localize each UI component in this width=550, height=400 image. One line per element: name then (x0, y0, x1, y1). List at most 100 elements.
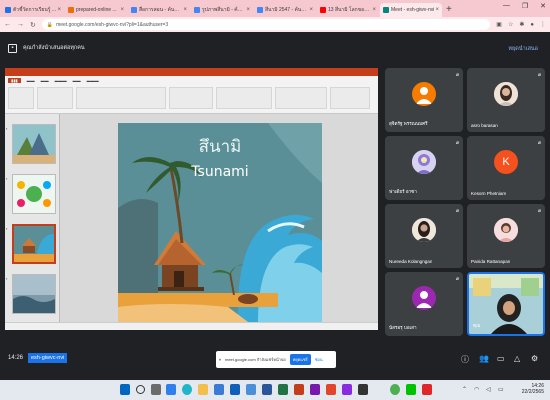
ribbon-tab[interactable]: ▬▬▬ (87, 78, 99, 83)
close-tab-icon[interactable]: × (120, 7, 124, 13)
url-field[interactable]: 🔒 meet.google.com/esh-giwvc-nvi?pli=1&aut… (41, 19, 491, 30)
ribbon-group[interactable] (169, 87, 213, 109)
battery-icon[interactable]: ▭ (498, 386, 504, 393)
meeting-details-icon[interactable]: ⓘ (461, 354, 469, 365)
window-controls: — ❐ ✕ (503, 2, 546, 10)
host-controls-icon[interactable]: ⚙ (531, 354, 538, 363)
menu-dots-icon[interactable]: ⋮ (540, 21, 546, 28)
participant-tile[interactable]: ⌀ K Kesorn Phetniam (467, 136, 545, 200)
slide-thumbnail[interactable] (12, 124, 56, 164)
camera-app-icon[interactable] (358, 384, 368, 395)
reload-icon[interactable]: ↻ (30, 21, 36, 29)
slide-thumbnail-selected[interactable] (12, 224, 56, 264)
edge-icon[interactable] (182, 384, 192, 395)
browser-tab[interactable]: prepared-online ... × (65, 3, 127, 17)
new-tab-button[interactable]: + (446, 3, 452, 17)
mic-muted-icon: ⌀ (537, 72, 541, 78)
ribbon-group[interactable] (216, 87, 272, 109)
maximize-icon[interactable]: ❐ (522, 2, 528, 10)
ribbon-tab[interactable]: ▬▬ (27, 78, 35, 83)
participant-tile[interactable]: ⌀ ฟาเดียร์ อาซา (385, 136, 463, 200)
volume-icon[interactable]: ◁ (486, 386, 491, 393)
search-icon[interactable] (136, 385, 145, 394)
wifi-icon[interactable]: ◠ (474, 386, 479, 393)
close-window-icon[interactable]: ✕ (540, 2, 546, 10)
ribbon-tab[interactable]: ▮▮▮ (8, 77, 21, 83)
close-tab-icon[interactable]: × (309, 7, 313, 13)
stop-sharing-button[interactable]: หยุดแชร์ (289, 354, 311, 365)
ribbon-tab[interactable]: ▬▬▬ (55, 78, 67, 83)
close-tab-icon[interactable]: × (183, 7, 187, 13)
onenote-icon[interactable] (310, 384, 320, 395)
participant-tile[interactable]: ⌀ สุจิตรัฐ พรรณนมศรี (385, 68, 463, 132)
browser-tab[interactable]: รูปภาพสึนามิ - ค้นหา ...× (191, 3, 253, 17)
slide-thumbnail[interactable] (12, 274, 56, 314)
meeting-clock: 14:26 (8, 355, 24, 361)
ribbon-group[interactable] (37, 87, 73, 109)
line-icon[interactable] (406, 384, 416, 395)
participant-tile[interactable]: ⌀ Panida Rattanapan (467, 204, 545, 268)
media-player-icon[interactable] (326, 384, 336, 395)
close-tab-icon[interactable]: × (57, 7, 61, 13)
current-slide: สึนามิ Tsunami (118, 123, 322, 322)
participant-tile[interactable]: ⌀ นัสรอรุ บอเสา (385, 272, 463, 336)
browser-tab-active[interactable]: Meet - esh-giwv-nvi × (380, 3, 442, 17)
camera-permission-icon[interactable]: ▣ (496, 21, 502, 28)
widgets-icon[interactable] (166, 384, 176, 395)
chat-icon[interactable]: ▭ (497, 354, 505, 363)
person-icon (416, 291, 432, 308)
file-explorer-icon[interactable] (198, 384, 208, 395)
forward-icon[interactable]: → (17, 21, 24, 28)
chrome-icon[interactable] (390, 384, 400, 395)
slide-number: ▪ (6, 176, 8, 181)
browser-tab-strip: ตัวชี้วัดการเรียนรู้ ... × prepared-onlin… (0, 0, 550, 17)
tab-favicon-icon (194, 7, 200, 13)
bookmark-star-icon[interactable]: ☆ (508, 21, 513, 28)
close-tab-icon[interactable]: × (372, 7, 376, 13)
presenting-banner: ▪ คุณกำลังนำเสนอต่อทุกคน หยุดนำเสนอ (0, 33, 550, 63)
word-icon[interactable] (262, 384, 272, 395)
powerpoint-icon[interactable] (294, 384, 304, 395)
hide-share-bar-button[interactable]: ซ่อน (315, 356, 323, 363)
acrobat-icon[interactable] (422, 384, 432, 395)
close-tab-icon[interactable]: × (246, 7, 250, 13)
slide-thumbnail[interactable] (12, 174, 56, 214)
task-view-icon[interactable] (151, 384, 161, 395)
slide-number: ▪ (6, 126, 8, 131)
photos-icon[interactable] (246, 384, 256, 395)
system-clock[interactable]: 14:26 22/2/2565 (522, 383, 544, 395)
ribbon-tab[interactable]: ▬▬ (41, 78, 49, 83)
close-tab-icon[interactable]: × (435, 7, 439, 13)
app-icon[interactable] (342, 384, 352, 395)
people-icon[interactable]: 👥 (479, 354, 489, 363)
participant-tile[interactable]: ⌀ Nureeda Kolangngan (385, 204, 463, 268)
profile-icon[interactable]: ● (530, 22, 534, 28)
store-icon[interactable] (214, 384, 224, 395)
minimize-icon[interactable]: — (503, 2, 510, 10)
ribbon-group[interactable] (330, 87, 370, 109)
activities-icon[interactable]: △ (514, 354, 520, 363)
mail-icon[interactable] (230, 384, 240, 395)
stop-presenting-button[interactable]: หยุดนำเสนอ (508, 45, 538, 53)
browser-tab[interactable]: 13 สึนามิ โลกของเรา ...× (317, 3, 379, 17)
ribbon-group[interactable] (8, 87, 34, 109)
ribbon-group[interactable] (275, 87, 327, 109)
browser-tab[interactable]: สื่อการสอน - ค้นหาด้วย ...× (128, 3, 190, 17)
excel-icon[interactable] (278, 384, 288, 395)
ribbon-group[interactable] (76, 87, 166, 109)
tray-chevron-icon[interactable]: ⌃ (462, 386, 467, 393)
participant-name: asro barasan (471, 123, 498, 128)
extensions-icon[interactable]: ✱ (519, 21, 524, 28)
slide-thumbnail-pane: ▪ ▪ ▪ ▪ (5, 114, 60, 330)
back-icon[interactable]: ← (4, 21, 11, 28)
self-view-tile[interactable]: คุณ (467, 272, 545, 336)
ribbon-tab[interactable]: ▬▬ (73, 78, 81, 83)
browser-tab[interactable]: สึนามิ 2547 - ค้นหาด้วย ...× (254, 3, 316, 17)
participant-tile[interactable]: ⌀ asro barasan (467, 68, 545, 132)
shared-screen: ▮▮▮ ▬▬ ▬▬ ▬▬▬ ▬▬ ▬▬▬ ▪ ▪ ▪ ▪ สึนามิ Tsun… (5, 68, 378, 330)
slide-number: ▪ (6, 226, 8, 231)
powerpoint-status-bar (5, 322, 378, 330)
start-icon[interactable] (120, 384, 130, 395)
browser-tab[interactable]: ตัวชี้วัดการเรียนรู้ ... × (2, 3, 64, 17)
avatar-initial: K (502, 156, 510, 168)
